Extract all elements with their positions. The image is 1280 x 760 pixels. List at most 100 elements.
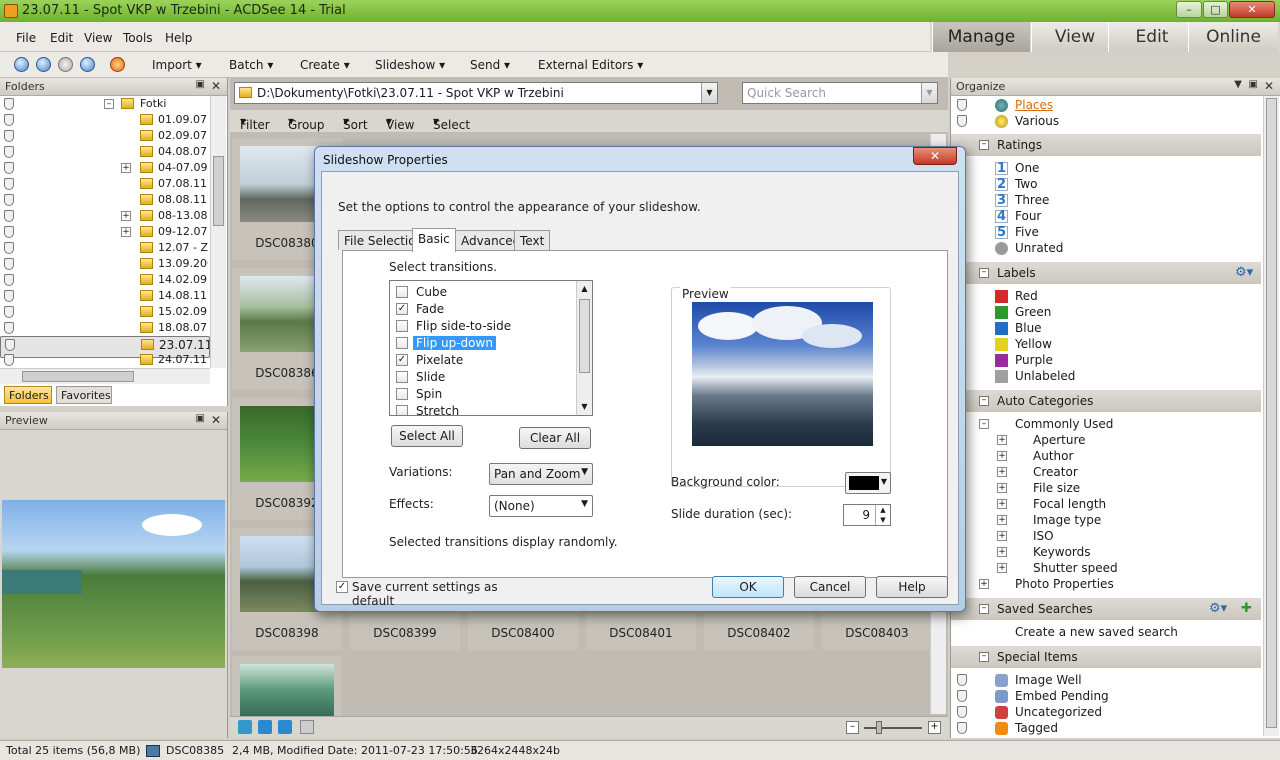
transition-item[interactable]: Flip up-down: [394, 334, 574, 351]
checkbox-icon[interactable]: [396, 388, 408, 400]
mode-manage[interactable]: Manage: [932, 22, 1030, 52]
minimize-button[interactable]: –: [1176, 1, 1202, 18]
add-search-icon[interactable]: ✚: [1241, 601, 1252, 616]
dialog-close-button[interactable]: ✕: [913, 147, 957, 165]
expand-icon[interactable]: +: [121, 211, 131, 221]
zoom-slider-thumb[interactable]: [876, 721, 882, 734]
photo-properties-item[interactable]: + Photo Properties: [951, 576, 1261, 592]
transition-item[interactable]: ✓ Fade: [394, 300, 574, 317]
auto-category-item[interactable]: + Author: [951, 448, 1261, 464]
toolbar-external-editors[interactable]: External Editors ▾: [538, 58, 643, 72]
scroll-thumb[interactable]: [579, 299, 590, 373]
close-pane-icon[interactable]: ✕: [211, 413, 221, 427]
close-pane-icon[interactable]: ✕: [211, 79, 221, 93]
tab-basic[interactable]: Basic: [412, 228, 456, 252]
folder-item[interactable]: 14.02.09 -: [0, 272, 210, 288]
transition-item[interactable]: Stretch: [394, 402, 574, 415]
label-item[interactable]: Blue: [951, 320, 1261, 336]
rating-item[interactable]: 4 Four: [951, 208, 1261, 224]
expand-icon[interactable]: +: [121, 163, 131, 173]
group-menu[interactable]: Group ▾: [288, 114, 325, 132]
label-item[interactable]: Purple: [951, 352, 1261, 368]
label-item[interactable]: Unlabeled: [951, 368, 1261, 384]
toolbar-send[interactable]: Send ▾: [470, 58, 510, 72]
background-color-picker[interactable]: ▼: [845, 472, 891, 494]
search-dropdown-icon[interactable]: ▼: [921, 83, 937, 103]
save-default-checkbox[interactable]: ✓ Save current settings as default: [336, 578, 508, 608]
label-item[interactable]: Yellow: [951, 336, 1261, 352]
auto-category-item[interactable]: + Focal length: [951, 496, 1261, 512]
expand-icon[interactable]: +: [997, 435, 1007, 445]
expand-icon[interactable]: +: [121, 227, 131, 237]
thumbnail[interactable]: [232, 656, 342, 716]
rating-item[interactable]: Unrated: [951, 240, 1261, 256]
collapse-icon[interactable]: –: [979, 268, 989, 278]
folder-item[interactable]: 13.09.200: [0, 256, 210, 272]
checkbox-icon[interactable]: [396, 286, 408, 298]
folder-item[interactable]: 14.08.11 -: [0, 288, 210, 304]
variations-select[interactable]: Pan and Zoom ▼: [489, 463, 593, 485]
special-item[interactable]: Image Well: [951, 672, 1261, 688]
toolbar-slideshow[interactable]: Slideshow ▾: [375, 58, 445, 72]
maximize-button[interactable]: □: [1203, 1, 1228, 18]
transition-item[interactable]: Slide: [394, 368, 574, 385]
transitions-list[interactable]: Cube ✓ Fade Flip side-to-side Flip up-down ✓ P…: [389, 280, 593, 416]
folder-item[interactable]: 15.02.09 -: [0, 304, 210, 320]
pin-icon[interactable]: ▣: [196, 413, 205, 424]
path-dropdown-icon[interactable]: ▼: [701, 83, 717, 103]
toolbar-batch[interactable]: Batch ▾: [229, 58, 273, 72]
zoom-in-icon[interactable]: +: [928, 721, 941, 734]
cancel-button[interactable]: Cancel: [794, 576, 866, 598]
auto-category-item[interactable]: + Image type: [951, 512, 1261, 528]
folders-scrollbar[interactable]: [210, 96, 226, 368]
mode-online[interactable]: Online: [1188, 22, 1278, 52]
labels-section-header[interactable]: – Labels ⚙▾: [951, 262, 1261, 284]
auto-categories-section-header[interactable]: – Auto Categories: [951, 390, 1261, 412]
collapse-icon[interactable]: –: [979, 419, 989, 429]
rotate-left-icon[interactable]: [258, 720, 272, 734]
path-field[interactable]: D:\Dokumenty\Fotki\23.07.11 - Spot VKP w…: [234, 82, 718, 104]
rating-item[interactable]: 2 Two: [951, 176, 1261, 192]
back-icon[interactable]: [36, 57, 51, 72]
auto-category-item[interactable]: + ISO: [951, 528, 1261, 544]
checkbox-icon[interactable]: [396, 320, 408, 332]
expand-icon[interactable]: +: [997, 515, 1007, 525]
forward-icon[interactable]: [58, 57, 73, 72]
folder-item[interactable]: 24.07.11 -: [0, 352, 210, 368]
gear-icon[interactable]: ⚙▾: [1235, 265, 1253, 280]
transition-item[interactable]: Spin: [394, 385, 574, 402]
tab-folders[interactable]: Folders: [4, 386, 52, 404]
auto-category-item[interactable]: + File size: [951, 480, 1261, 496]
folder-item[interactable]: 01.09.07 -: [0, 112, 210, 128]
menu-view[interactable]: View: [84, 31, 112, 45]
mode-edit[interactable]: Edit: [1108, 22, 1195, 52]
help-button[interactable]: Help: [876, 576, 948, 598]
stepper-down-icon[interactable]: ▼: [875, 515, 890, 525]
collapse-icon[interactable]: –: [979, 396, 989, 406]
checkbox-icon[interactable]: ✓: [396, 303, 408, 315]
filter-menu[interactable]: Filter ▾: [240, 114, 270, 132]
effects-select[interactable]: (None) ▼: [489, 495, 593, 517]
label-item[interactable]: Red: [951, 288, 1261, 304]
ok-button[interactable]: OK: [712, 576, 784, 598]
folder-item[interactable]: 18.08.07 -: [0, 320, 210, 336]
toolbar-import[interactable]: Import ▾: [152, 58, 202, 72]
expand-icon[interactable]: +: [997, 451, 1007, 461]
pin-icon[interactable]: ▣: [196, 79, 205, 90]
collapse-icon[interactable]: –: [979, 140, 989, 150]
folder-item[interactable]: +04-07.09.0: [0, 160, 210, 176]
scroll-up-icon[interactable]: ▲: [577, 281, 592, 297]
special-item[interactable]: Embed Pending: [951, 688, 1261, 704]
rating-item[interactable]: 5 Five: [951, 224, 1261, 240]
folder-item[interactable]: 12.07 - Za: [0, 240, 210, 256]
commonly-used-item[interactable]: – Commonly Used: [951, 416, 1261, 432]
auto-category-item[interactable]: + Shutter speed: [951, 560, 1261, 576]
label-item[interactable]: Green: [951, 304, 1261, 320]
menu-edit[interactable]: Edit: [50, 31, 73, 45]
menu-file[interactable]: File: [16, 31, 36, 45]
transition-item[interactable]: Cube: [394, 283, 574, 300]
menu-help[interactable]: Help: [165, 31, 192, 45]
compare-icon[interactable]: [300, 720, 314, 734]
ratings-section-header[interactable]: – Ratings: [951, 134, 1261, 156]
menu-tools[interactable]: Tools: [123, 31, 153, 45]
